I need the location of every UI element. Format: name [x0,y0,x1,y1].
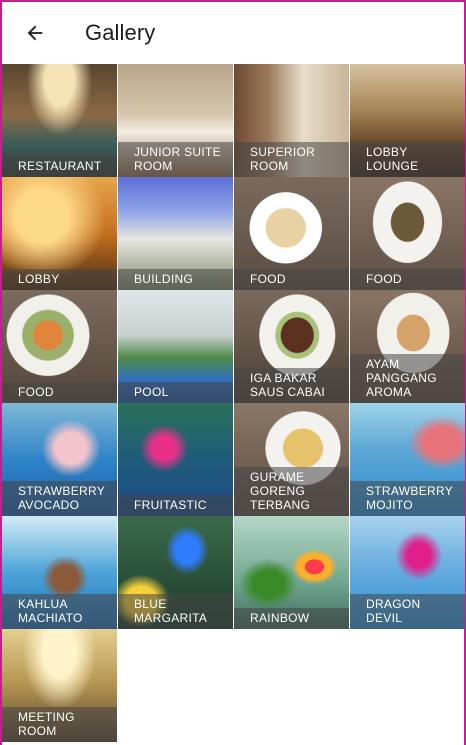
gallery-tile-gurame[interactable]: GURAME GORENG TERBANG [234,403,349,516]
tile-caption: DRAGON DEVIL [350,594,465,629]
tile-caption: FOOD [234,269,349,290]
tile-caption: STRAWBERRY AVOCADO [2,481,117,516]
tile-caption: LOBBY LOUNGE [350,142,465,177]
tile-caption: JUNIOR SUITE ROOM [118,142,233,177]
gallery-tile-strawberry-mojito[interactable]: STRAWBERRY MOJITO [350,403,465,516]
tile-caption: MEETING ROOM [2,707,117,742]
gallery-tile-meeting-room[interactable]: MEETING ROOM [2,629,117,742]
gallery-tile-food-3[interactable]: FOOD [2,290,117,403]
gallery-tile-restaurant[interactable]: RESTAURANT [2,64,117,177]
gallery-tile-lobby-lounge[interactable]: LOBBY LOUNGE [350,64,465,177]
tile-caption: BUILDING [118,269,233,290]
gallery-tile-kahlua-machiato[interactable]: KAHLUA MACHIATO [2,516,117,629]
gallery-tile-dragon-devil[interactable]: DRAGON DEVIL [350,516,465,629]
app-bar: Gallery [2,2,464,64]
page-title: Gallery [85,20,156,45]
gallery-tile-ayam-panggang[interactable]: AYAM PANGGANG AROMA [350,290,465,403]
tile-caption: GURAME GORENG TERBANG [234,467,349,516]
tile-caption: FOOD [350,269,465,290]
tile-caption: SUPERIOR ROOM [234,142,349,177]
tile-caption: STRAWBERRY MOJITO [350,481,465,516]
gallery-grid: RESTAURANT JUNIOR SUITE ROOM SUPERIOR RO… [2,64,465,742]
tile-caption: BLUE MARGARITA [118,594,233,629]
gallery-tile-food-2[interactable]: FOOD [350,177,465,290]
tile-caption: RESTAURANT [2,156,117,177]
tile-caption: LOBBY [2,269,117,290]
back-button[interactable] [15,13,55,53]
gallery-tile-fruitastic[interactable]: FRUITASTIC [118,403,233,516]
gallery-tile-superior-room[interactable]: SUPERIOR ROOM [234,64,349,177]
gallery-tile-pool[interactable]: POOL [118,290,233,403]
tile-caption: IGA BAKAR SAUS CABAI [234,368,349,403]
gallery-tile-blue-margarita[interactable]: BLUE MARGARITA [118,516,233,629]
gallery-tile-lobby[interactable]: LOBBY [2,177,117,290]
gallery-tile-strawberry-avocado[interactable]: STRAWBERRY AVOCADO [2,403,117,516]
tile-caption: FOOD [2,382,117,403]
gallery-tile-rainbow[interactable]: RAINBOW [234,516,349,629]
gallery-tile-iga-bakar[interactable]: IGA BAKAR SAUS CABAI [234,290,349,403]
tile-caption: POOL [118,382,233,403]
gallery-tile-junior-suite-room[interactable]: JUNIOR SUITE ROOM [118,64,233,177]
tile-caption: KAHLUA MACHIATO [2,594,117,629]
tile-caption: RAINBOW [234,608,349,629]
tile-caption: FRUITASTIC [118,495,233,516]
tile-caption: AYAM PANGGANG AROMA [350,354,465,403]
arrow-left-icon [27,25,43,41]
gallery-tile-building[interactable]: BUILDING [118,177,233,290]
gallery-tile-food-1[interactable]: FOOD [234,177,349,290]
